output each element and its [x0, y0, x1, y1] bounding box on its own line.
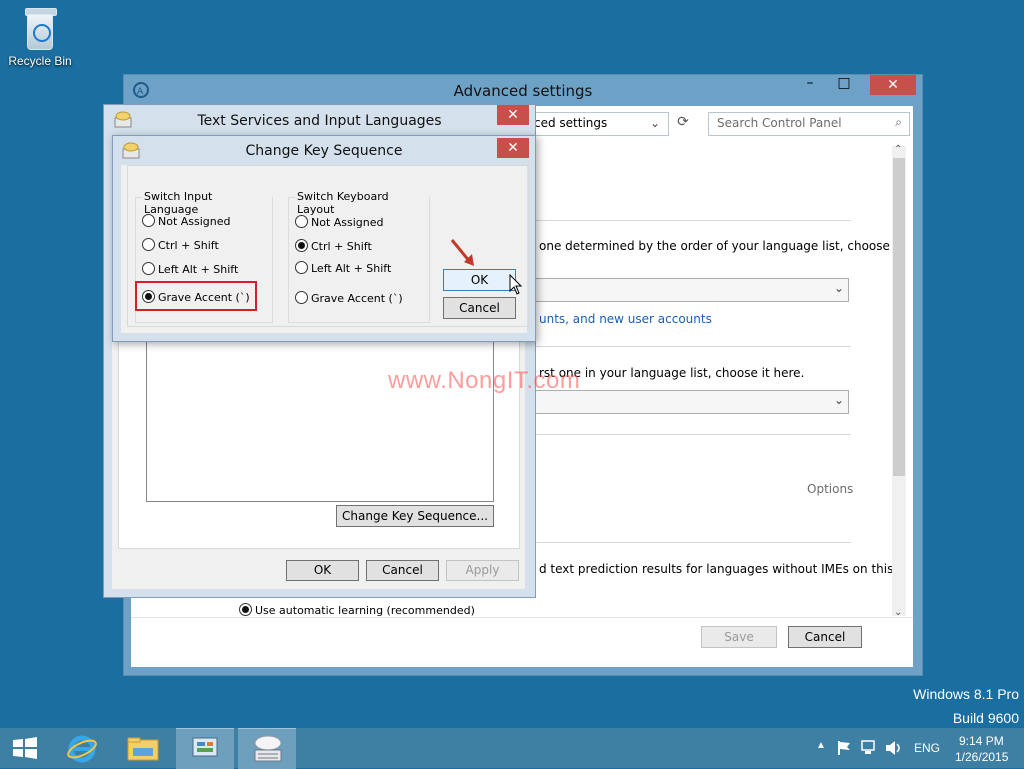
divider — [533, 434, 851, 435]
show-hidden-icons[interactable]: ▲ — [816, 740, 826, 751]
divider — [533, 542, 851, 543]
display-language-dropdown[interactable]: ⌄ — [534, 390, 849, 414]
hot-keys-list[interactable] — [146, 339, 494, 502]
cancel-button[interactable]: Cancel — [788, 626, 862, 648]
input-ctrl-shift-radio[interactable]: Ctrl + Shift — [142, 238, 219, 252]
group-legend: Switch Input Language — [142, 190, 272, 216]
action-center-flag-icon[interactable] — [836, 740, 852, 756]
dialog-title: Change Key Sequence — [245, 143, 403, 159]
internet-explorer-icon — [67, 735, 97, 763]
layout-left-alt-shift-radio[interactable]: Left Alt + Shift — [295, 261, 391, 275]
address-text: ced settings — [534, 116, 608, 130]
ok-button[interactable]: OK — [286, 560, 359, 581]
auto-learning-radio[interactable]: Use automatic learning (recommended) — [239, 603, 475, 617]
network-icon[interactable] — [861, 740, 879, 756]
mouse-cursor-icon — [509, 274, 523, 295]
layout-grave-accent-radio[interactable]: Grave Accent (`) — [295, 291, 403, 305]
text-prediction-text: d text prediction results for languages … — [539, 562, 894, 576]
text-services-icon — [254, 735, 282, 762]
clock-date[interactable]: 1/26/2015 — [955, 750, 1008, 764]
maximize-button[interactable]: □ — [830, 75, 858, 95]
divider — [533, 346, 851, 347]
footer-divider — [131, 617, 913, 618]
input-method-dropdown[interactable]: ⌄ — [534, 278, 849, 302]
layout-ctrl-shift-radio[interactable]: Ctrl + Shift — [295, 239, 372, 253]
chevron-down-icon[interactable]: ⌄ — [650, 116, 660, 130]
os-build: Build 9600 — [952, 710, 1019, 726]
layout-not-assigned-radio[interactable]: Not Assigned — [295, 215, 384, 229]
user-accounts-link[interactable]: unts, and new user accounts — [539, 312, 712, 326]
file-explorer-button[interactable] — [114, 728, 172, 768]
scrollbar[interactable]: ⌃ ⌄ — [892, 144, 906, 618]
text-services-button[interactable] — [238, 728, 296, 769]
search-icon[interactable]: ⌕ — [895, 115, 902, 130]
start-button[interactable] — [0, 728, 58, 768]
input-not-assigned-radio[interactable]: Not Assigned — [142, 214, 231, 228]
divider — [533, 220, 851, 221]
highlight-box — [135, 281, 257, 311]
chevron-down-icon: ⌄ — [833, 281, 844, 295]
annotation-arrow-icon — [450, 239, 474, 266]
control-panel-button[interactable] — [176, 728, 234, 769]
recycle-bin-label: Recycle Bin — [8, 54, 72, 68]
taskbar: ▲ ENG 9:14 PM 1/26/2015 — [0, 728, 1024, 769]
volume-icon[interactable] — [885, 740, 903, 756]
auto-learning-label: Use automatic learning (recommended) — [255, 604, 475, 617]
start-icon — [13, 737, 37, 759]
change-key-sequence-button[interactable]: Change Key Sequence... — [336, 505, 494, 527]
file-explorer-icon — [127, 737, 159, 761]
search-input[interactable]: Search Control Panel ⌕ — [708, 112, 910, 136]
search-placeholder: Search Control Panel — [717, 116, 842, 130]
close-button[interactable]: ✕ — [497, 105, 529, 125]
scroll-up-icon[interactable]: ⌃ — [894, 144, 902, 155]
control-panel-icon — [192, 737, 218, 757]
group-legend: Switch Keyboard Layout — [295, 190, 429, 216]
clock-time[interactable]: 9:14 PM — [959, 734, 1004, 748]
recycle-bin[interactable]: Recycle Bin — [6, 6, 74, 68]
ok-button[interactable]: OK — [443, 269, 516, 291]
scroll-thumb[interactable] — [893, 158, 905, 476]
chevron-down-icon: ⌄ — [833, 393, 844, 407]
refresh-icon[interactable]: ⟳ — [673, 114, 693, 134]
cancel-button[interactable]: Cancel — [366, 560, 439, 581]
save-button[interactable]: Save — [701, 626, 777, 648]
os-name: Windows 8.1 Pro — [913, 686, 1019, 702]
window-title: Text Services and Input Languages — [197, 113, 442, 129]
internet-explorer-button[interactable] — [54, 728, 112, 768]
apply-button[interactable]: Apply — [446, 560, 519, 581]
watermark: www.NongIT.com — [388, 367, 581, 394]
recycle-bin-icon — [23, 6, 57, 50]
close-button[interactable]: ✕ — [870, 75, 916, 95]
minimize-button[interactable]: – — [796, 75, 824, 95]
switch-keyboard-layout-group: Switch Keyboard Layout Not Assigned Ctrl… — [288, 190, 430, 323]
language-order-text: one determined by the order of your lang… — [539, 239, 890, 253]
title-bar: A Advanced settings – □ ✕ — [124, 75, 922, 105]
input-left-alt-shift-radio[interactable]: Left Alt + Shift — [142, 262, 238, 276]
close-button[interactable]: ✕ — [497, 138, 529, 158]
input-language-indicator[interactable]: ENG — [914, 741, 940, 755]
options-link[interactable]: Options — [807, 482, 853, 496]
cancel-button[interactable]: Cancel — [443, 297, 516, 319]
